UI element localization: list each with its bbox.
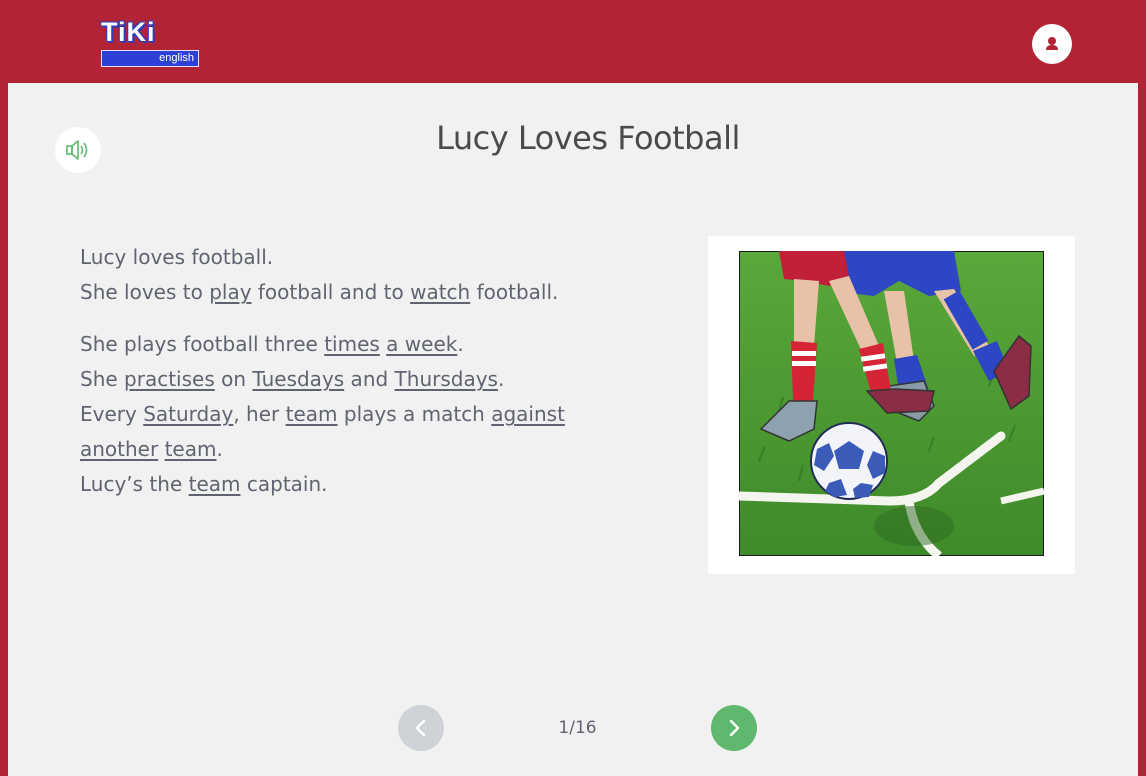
- story-line: another team.: [80, 432, 660, 467]
- story-text-fragment: football.: [470, 280, 559, 304]
- story-text-fragment: Lucy loves football.: [80, 245, 274, 269]
- story-text-fragment: She plays football three: [80, 332, 325, 356]
- chevron-right-icon: [729, 719, 740, 737]
- vocabulary-word[interactable]: team: [189, 472, 241, 496]
- vocabulary-word[interactable]: times: [324, 332, 380, 356]
- story-text-fragment: plays a match: [337, 402, 492, 426]
- lesson-title: Lucy Loves Football: [436, 119, 740, 157]
- story-text-fragment: football and to: [251, 280, 411, 304]
- story-text-fragment: on: [214, 367, 253, 391]
- page-indicator: 1/16: [558, 718, 597, 738]
- story-line: She practises on Tuesdays and Thursdays.: [80, 362, 660, 397]
- story-text-fragment: .: [216, 437, 223, 461]
- football-players-illustration: [739, 251, 1044, 556]
- speaker-icon: [66, 140, 88, 160]
- vocabulary-word[interactable]: Saturday: [143, 402, 233, 426]
- story-line: Lucy loves football.: [80, 240, 660, 275]
- next-page-button[interactable]: [711, 705, 757, 751]
- vocabulary-word[interactable]: Tuesdays: [252, 367, 344, 391]
- vocabulary-word[interactable]: another: [80, 437, 158, 461]
- logo-sub-bar: english: [101, 50, 199, 67]
- story-text-fragment: , her: [233, 402, 286, 426]
- chevron-left-icon: [415, 719, 426, 737]
- story-text-fragment: She loves to: [80, 280, 210, 304]
- user-account-button[interactable]: [1032, 24, 1072, 64]
- vocabulary-word[interactable]: team: [165, 437, 217, 461]
- play-audio-button[interactable]: [55, 127, 101, 173]
- vocabulary-word[interactable]: watch: [410, 280, 470, 304]
- story-line: She loves to play football and to watch …: [80, 275, 660, 310]
- top-bar: TiKi english: [0, 0, 1146, 83]
- story-text-fragment: Lucy’s the: [80, 472, 189, 496]
- story-line: Lucy’s the team captain.: [80, 467, 660, 502]
- story-text-fragment: She: [80, 367, 125, 391]
- story-text-fragment: .: [457, 332, 464, 356]
- logo-sub-text: english: [159, 52, 194, 64]
- vocabulary-word[interactable]: team: [286, 402, 338, 426]
- story-text-fragment: captain.: [240, 472, 328, 496]
- vocabulary-word[interactable]: practises: [124, 367, 215, 391]
- logo-main-text: TiKi: [101, 17, 156, 47]
- tiki-english-logo[interactable]: TiKi english: [101, 17, 199, 67]
- story-line: Every Saturday, her team plays a match a…: [80, 397, 660, 432]
- story-text-fragment: .: [497, 367, 505, 391]
- previous-page-button[interactable]: [398, 705, 444, 751]
- vocabulary-word[interactable]: a week: [386, 332, 457, 356]
- story-illustration: [708, 236, 1075, 574]
- user-icon: [1046, 37, 1058, 50]
- story-paragraph: Lucy loves football. She loves to play fo…: [80, 240, 660, 310]
- story-text-fragment: Every: [80, 402, 144, 426]
- vocabulary-word[interactable]: play: [209, 280, 251, 304]
- page-navigation: 1/16: [0, 705, 1146, 751]
- story-text-fragment: and: [344, 367, 395, 391]
- story-paragraph: She plays football three times a week. Sh…: [80, 327, 660, 502]
- story-line: She plays football three times a week.: [80, 327, 660, 362]
- vocabulary-word[interactable]: Thursdays: [395, 367, 498, 391]
- story-text: Lucy loves football. She loves to play fo…: [80, 240, 660, 519]
- vocabulary-word[interactable]: against: [491, 402, 565, 426]
